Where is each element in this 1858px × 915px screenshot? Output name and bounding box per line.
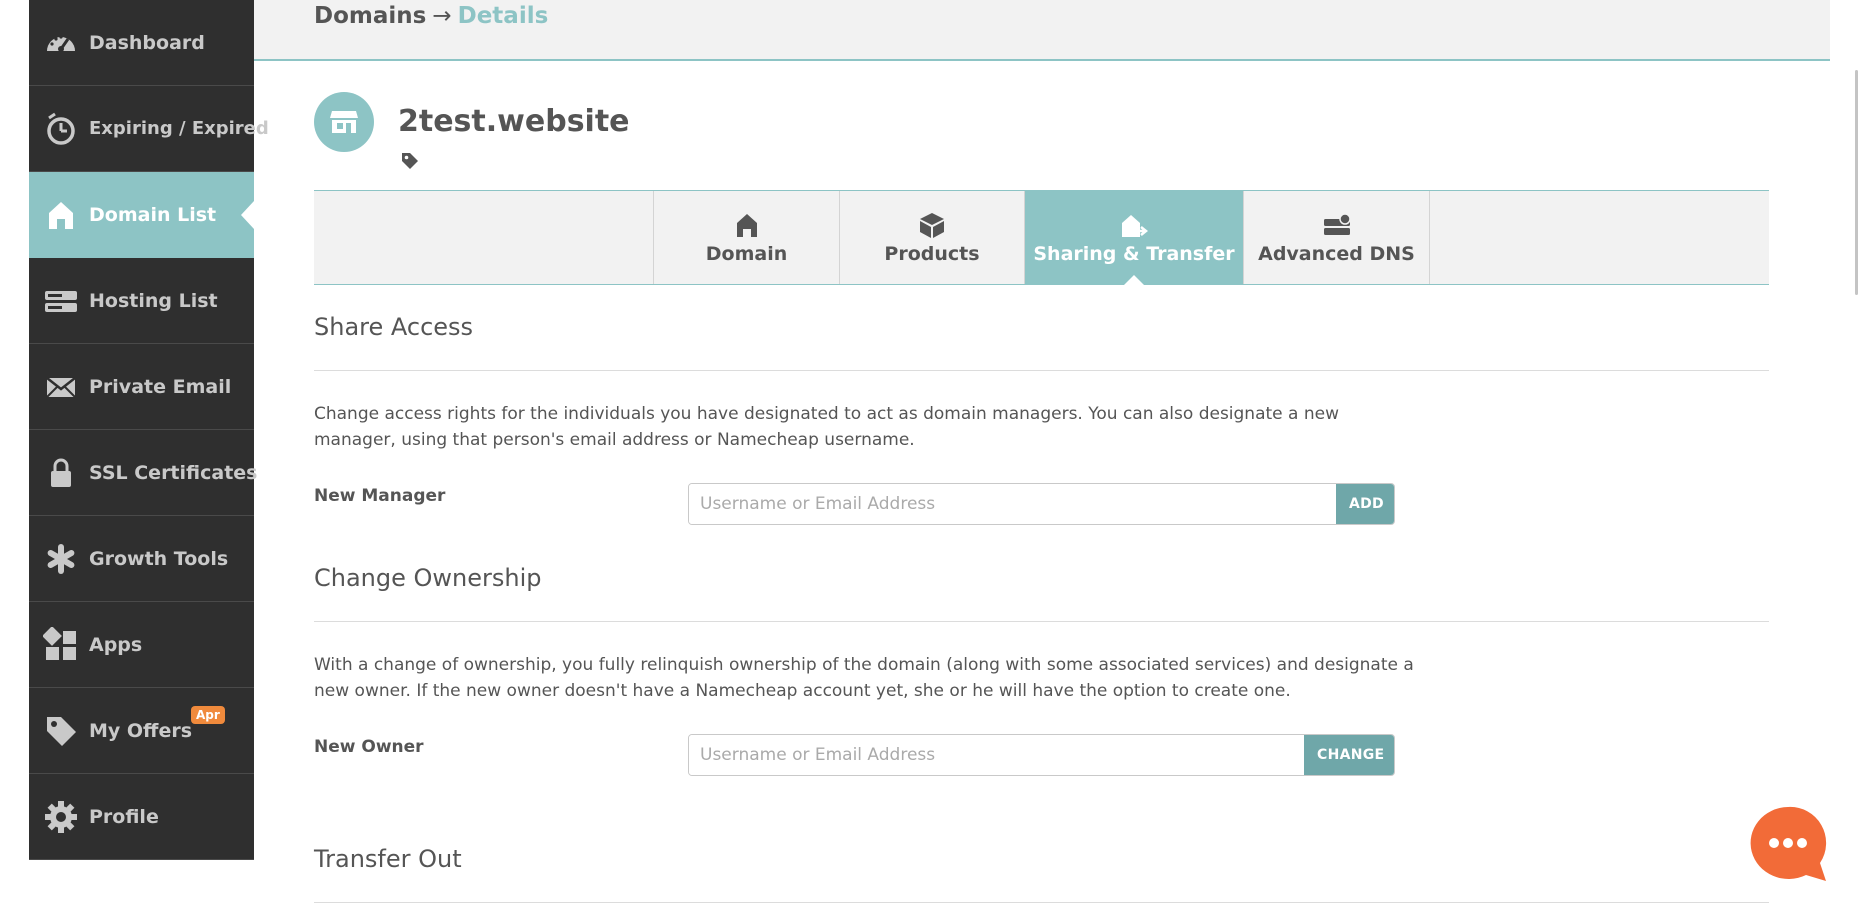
sidebar-item-label: Apps xyxy=(89,633,143,656)
change-ownership-description: With a change of ownership, you fully re… xyxy=(314,655,1414,701)
sidebar-item-ssl-certificates[interactable]: SSL Certificates xyxy=(29,430,258,516)
house-arrow-icon xyxy=(1122,214,1148,237)
envelope-icon xyxy=(43,369,79,405)
gear-icon xyxy=(43,799,79,835)
tab-label: Sharing & Transfer xyxy=(1033,242,1235,265)
section-divider xyxy=(314,370,1769,371)
server-icon xyxy=(43,283,79,319)
chat-bubble-icon[interactable] xyxy=(1748,805,1828,883)
breadcrumb-separator: → xyxy=(432,3,452,29)
transfer-out-title: Transfer Out xyxy=(314,845,462,873)
sidebar-item-growth-tools[interactable]: Growth Tools xyxy=(29,516,254,602)
tag-icon xyxy=(43,713,79,749)
apps-grid-icon xyxy=(43,626,79,663)
domain-name: 2test.website xyxy=(398,104,630,139)
sidebar-item-label: Profile xyxy=(89,805,159,828)
domain-tabs: Domain Products Sharing & Transfer Advan… xyxy=(314,190,1769,285)
box-icon xyxy=(920,212,944,238)
breadcrumb-current: Details xyxy=(457,3,549,29)
scrollbar[interactable] xyxy=(1830,0,1858,915)
share-access-title: Share Access xyxy=(314,313,474,341)
asterisk-icon xyxy=(43,541,79,577)
sidebar-item-hosting-list[interactable]: Hosting List xyxy=(29,258,254,344)
section-divider xyxy=(314,902,1769,903)
tab-domain[interactable]: Domain xyxy=(653,191,839,284)
tab-label: Advanced DNS xyxy=(1258,242,1415,265)
sidebar-item-label: Growth Tools xyxy=(89,547,229,570)
new-manager-group: ADD xyxy=(688,483,1395,525)
new-manager-input[interactable] xyxy=(689,484,1336,524)
change-owner-button[interactable]: CHANGE xyxy=(1304,735,1394,775)
sidebar-item-label: Hosting List xyxy=(89,289,218,312)
house-icon xyxy=(736,213,757,237)
sidebar-item-label: Dashboard xyxy=(89,31,205,54)
sidebar-item-private-email[interactable]: Private Email xyxy=(29,344,254,430)
lock-icon xyxy=(43,455,79,491)
sidebar-item-domain-list[interactable]: Domain List xyxy=(29,172,254,258)
new-owner-group: CHANGE xyxy=(688,734,1395,776)
new-manager-label: New Manager xyxy=(314,486,446,506)
new-owner-label: New Owner xyxy=(314,737,424,757)
sidebar-item-dashboard[interactable]: Dashboard xyxy=(29,0,254,86)
change-ownership-title: Change Ownership xyxy=(314,564,542,592)
sidebar-item-expiring[interactable]: Expiring / Expired xyxy=(29,86,269,172)
sidebar-item-my-offers[interactable]: My Offers Apr xyxy=(29,688,254,774)
sidebar: Dashboard Expiring / Expired Domain List… xyxy=(29,0,269,860)
tag-icon[interactable] xyxy=(401,152,419,170)
sidebar-item-apps[interactable]: Apps xyxy=(29,602,254,688)
domain-avatar xyxy=(314,92,374,152)
add-manager-button[interactable]: ADD xyxy=(1336,484,1394,524)
new-owner-input[interactable] xyxy=(689,735,1304,775)
tab-label: Products xyxy=(884,242,980,265)
offers-badge: Apr xyxy=(191,706,225,724)
dns-server-icon xyxy=(1323,212,1351,235)
sidebar-item-label: Domain List xyxy=(89,203,217,226)
tab-label: Domain xyxy=(705,242,788,265)
timer-icon xyxy=(43,111,79,147)
sidebar-item-label: SSL Certificates xyxy=(89,461,258,484)
speedometer-icon xyxy=(43,25,79,61)
sidebar-item-profile[interactable]: Profile xyxy=(29,774,254,860)
tab-divider xyxy=(1429,191,1430,284)
breadcrumb-parent[interactable]: Domains xyxy=(314,3,426,29)
sidebar-item-label: Private Email xyxy=(89,375,232,398)
breadcrumb: Domains → Details xyxy=(314,3,548,29)
house-icon xyxy=(43,197,79,233)
sidebar-item-label: My Offers xyxy=(89,719,193,742)
storefront-icon xyxy=(330,111,358,133)
tab-products[interactable]: Products xyxy=(839,191,1024,284)
section-divider xyxy=(314,621,1769,622)
sidebar-item-label: Expiring / Expired xyxy=(89,118,269,139)
share-access-description: Change access rights for the individuals… xyxy=(314,404,1339,450)
tab-sharing-transfer[interactable]: Sharing & Transfer xyxy=(1024,191,1243,284)
page-header: Domains → Details xyxy=(254,0,1830,61)
tab-advanced-dns[interactable]: Advanced DNS xyxy=(1243,191,1429,284)
